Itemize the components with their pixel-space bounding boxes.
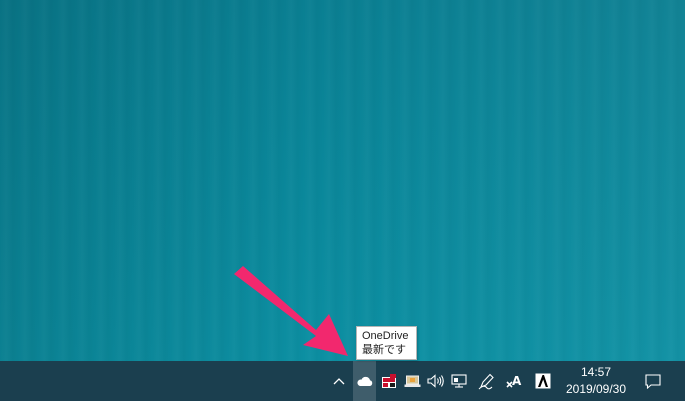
arrow-shape bbox=[234, 266, 348, 356]
annotation-arrow bbox=[234, 266, 348, 356]
